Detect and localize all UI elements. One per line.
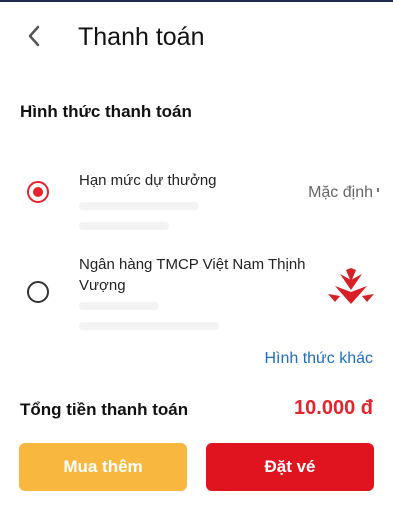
option-label: Ngân hàng TMCP Việt Nam Thịnh Vượng (79, 256, 306, 294)
blurred-detail (79, 222, 169, 230)
payment-method-heading: Hình thức thanh toán (20, 102, 192, 121)
buy-more-button[interactable]: Mua thêm (19, 443, 187, 491)
payment-option-reward-limit[interactable]: Hạn mức dự thưởng Mặc định (0, 160, 393, 240)
total-value: 10.000 đ (294, 397, 373, 419)
chevron-left-icon (28, 25, 40, 47)
vpbank-logo (328, 268, 374, 304)
blurred-detail (79, 302, 159, 310)
other-payment-methods-link[interactable]: Hình thức khác (264, 350, 373, 368)
back-button[interactable] (22, 22, 46, 50)
total-label: Tổng tiền thanh toán (20, 400, 189, 419)
radio-unselected[interactable] (27, 281, 49, 303)
option-label: Hạn mức dự thưởng (79, 172, 217, 189)
place-order-button[interactable]: Đặt vé (206, 443, 374, 491)
page-title: Thanh toán (78, 23, 205, 51)
top-border (0, 0, 393, 2)
default-badge: Mặc định (308, 184, 373, 201)
badge-marker (377, 188, 379, 192)
blurred-detail (79, 202, 199, 210)
blurred-detail (79, 322, 219, 330)
radio-selected[interactable] (27, 181, 49, 203)
payment-option-vpbank[interactable]: Ngân hàng TMCP Việt Nam Thịnh Vượng (0, 250, 393, 340)
